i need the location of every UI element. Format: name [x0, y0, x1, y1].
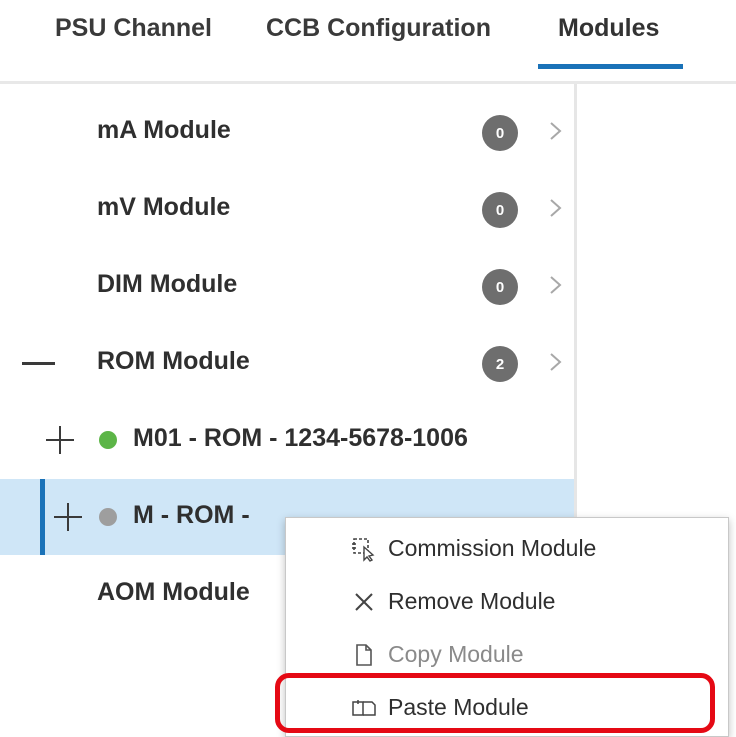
- tree-item-label: DIM Module: [97, 270, 238, 298]
- tab-ccb-configuration[interactable]: CCB Configuration: [266, 14, 491, 43]
- tree-item-rom-child-1[interactable]: M01 - ROM - 1234-5678-1006: [0, 402, 574, 478]
- tree-item-mv-module[interactable]: mV Module 0: [0, 171, 574, 247]
- tree-item-ma-module[interactable]: mA Module 0: [0, 94, 574, 170]
- expand-icon[interactable]: [46, 426, 74, 454]
- close-icon: [351, 589, 377, 615]
- menu-item-label: Remove Module: [388, 588, 556, 614]
- collapse-icon[interactable]: [22, 362, 55, 365]
- count-badge: 0: [482, 115, 518, 151]
- count-badge: 0: [482, 192, 518, 228]
- menu-item-remove-module[interactable]: Remove Module: [286, 575, 728, 628]
- commission-icon: [351, 536, 377, 562]
- copy-icon: [351, 642, 377, 668]
- menu-item-label: Copy Module: [388, 641, 524, 667]
- tree-item-label: M - ROM -: [133, 501, 250, 529]
- chevron-right-icon[interactable]: [548, 114, 564, 148]
- tab-bar: PSU Channel CCB Configuration Modules: [0, 0, 736, 84]
- tree-item-dim-module[interactable]: DIM Module 0: [0, 248, 574, 324]
- chevron-right-icon[interactable]: [548, 191, 564, 225]
- tree-item-label: AOM Module: [97, 578, 250, 606]
- tree-item-label: M01 - ROM - 1234-5678-1006: [133, 424, 468, 452]
- tree-item-rom-module[interactable]: ROM Module 2: [0, 325, 574, 401]
- chevron-right-icon[interactable]: [548, 268, 564, 302]
- menu-item-commission-module[interactable]: Commission Module: [286, 522, 728, 575]
- tab-modules[interactable]: Modules: [558, 14, 659, 43]
- tree-item-label: mV Module: [97, 193, 231, 221]
- count-badge: 0: [482, 269, 518, 305]
- active-tab-indicator: [538, 64, 683, 69]
- chevron-right-icon[interactable]: [548, 345, 564, 379]
- highlight-box: [275, 673, 715, 733]
- tree-item-label: mA Module: [97, 116, 231, 144]
- tab-psu-channel[interactable]: PSU Channel: [55, 14, 212, 43]
- status-dot-icon: [99, 508, 117, 526]
- status-dot-icon: [99, 431, 117, 449]
- expand-icon[interactable]: [54, 503, 82, 531]
- count-badge: 2: [482, 346, 518, 382]
- selection-indicator: [40, 479, 45, 555]
- tree-item-label: ROM Module: [97, 347, 250, 375]
- menu-item-label: Commission Module: [388, 535, 597, 561]
